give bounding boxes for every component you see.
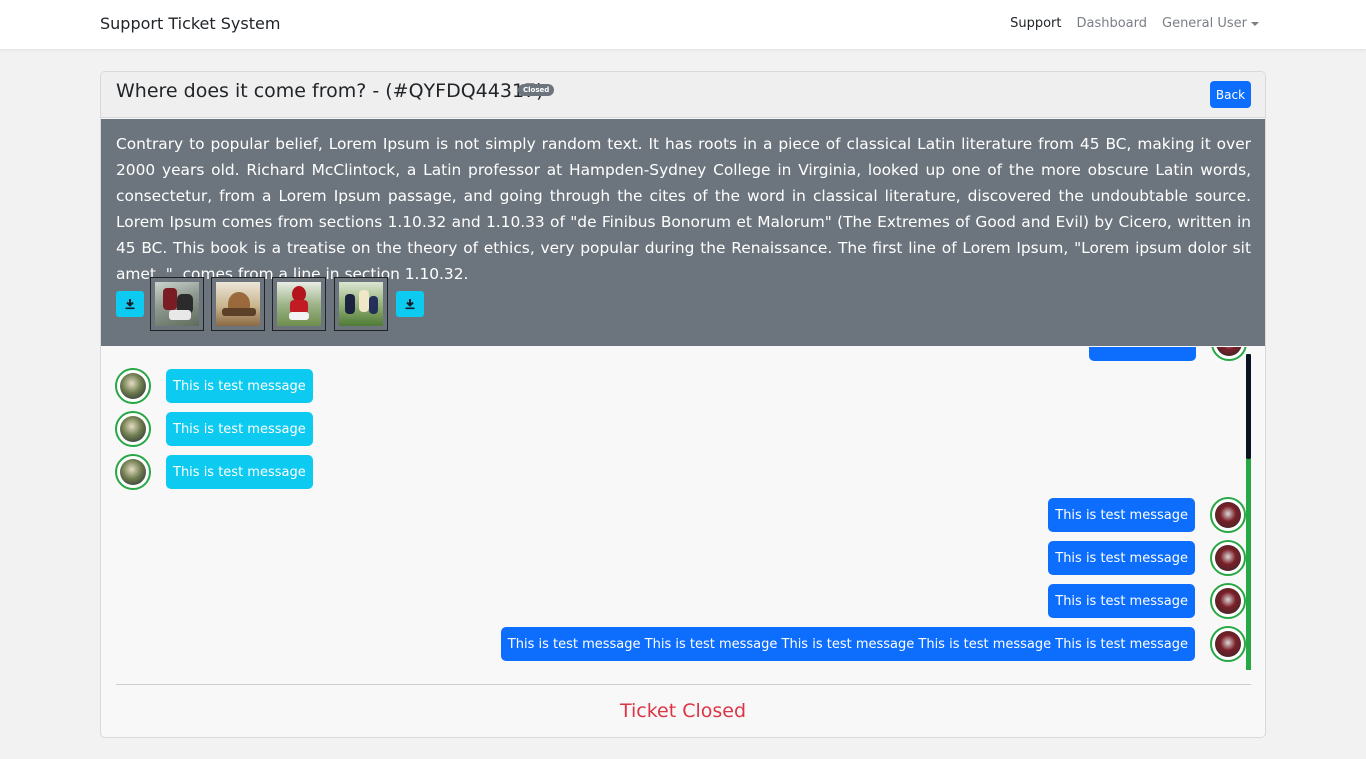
divider <box>116 684 1251 685</box>
message-bubble-outgoing <box>1089 347 1196 361</box>
attachment-thumbnail[interactable] <box>334 277 388 331</box>
download-icon <box>125 299 135 310</box>
user-avatar <box>1210 540 1246 576</box>
message-bubble-incoming: This is test message <box>166 412 313 446</box>
agent-avatar <box>115 368 151 404</box>
navbar: Support Ticket System Support Dashboard … <box>0 0 1366 49</box>
message-bubble-outgoing: This is test message <box>1048 584 1195 618</box>
avatar-image <box>1215 545 1241 571</box>
attachment-thumbnail[interactable] <box>150 277 204 331</box>
nav-dashboard-link[interactable]: Dashboard <box>1076 16 1147 31</box>
attachment-image <box>155 282 199 326</box>
caret-down-icon <box>1251 21 1259 26</box>
user-avatar <box>1210 497 1246 533</box>
brand-title[interactable]: Support Ticket System <box>100 14 280 33</box>
message-bubble-outgoing: This is test message <box>1048 541 1195 575</box>
chat-scrollbar-thumb[interactable] <box>1246 354 1251 459</box>
ticket-description-panel: Contrary to popular belief, Lorem Ipsum … <box>101 119 1265 346</box>
message-bubble-outgoing: This is test message <box>1048 498 1195 532</box>
attachment-thumbnail[interactable] <box>211 277 265 331</box>
agent-avatar <box>115 411 151 447</box>
user-avatar <box>1210 583 1246 619</box>
avatar-image <box>1215 502 1241 528</box>
attachment-image <box>277 282 321 326</box>
nav-links: Support Dashboard General User <box>1010 16 1259 31</box>
user-menu-dropdown[interactable]: General User <box>1162 16 1259 31</box>
agent-avatar <box>115 454 151 490</box>
attachment-image <box>216 282 260 326</box>
nav-support-link[interactable]: Support <box>1010 16 1061 31</box>
chat-scrollbar[interactable] <box>1246 354 1251 670</box>
avatar-image <box>1215 631 1241 657</box>
avatar-image <box>120 416 146 442</box>
message-bubble-outgoing: This is test message This is test messag… <box>500 627 1195 661</box>
user-avatar <box>1210 626 1246 662</box>
avatar-image <box>120 459 146 485</box>
attachment-image <box>339 282 383 326</box>
download-attachments-button[interactable] <box>396 291 424 317</box>
message-thread[interactable]: This is test message This is test messag… <box>101 347 1265 670</box>
attachment-thumbnail[interactable] <box>272 277 326 331</box>
ticket-closed-label: Ticket Closed <box>619 700 747 722</box>
download-icon <box>405 299 415 310</box>
status-badge: Closed <box>518 84 555 96</box>
avatar-image <box>120 373 146 399</box>
ticket-title: Where does it come from? - (#QYFDQ44317) <box>116 80 544 102</box>
message-bubble-incoming: This is test message <box>166 369 313 403</box>
user-menu-label: General User <box>1162 16 1247 31</box>
download-attachments-button[interactable] <box>116 291 144 317</box>
ticket-description: Contrary to popular belief, Lorem Ipsum … <box>116 135 1251 283</box>
message-bubble-incoming: This is test message <box>166 455 313 489</box>
ticket-card: Where does it come from? - (#QYFDQ44317)… <box>100 71 1266 738</box>
avatar-image <box>1215 588 1241 614</box>
user-avatar <box>1211 347 1247 361</box>
ticket-header: Where does it come from? - (#QYFDQ44317)… <box>101 72 1265 118</box>
back-button[interactable]: Back <box>1210 81 1251 108</box>
